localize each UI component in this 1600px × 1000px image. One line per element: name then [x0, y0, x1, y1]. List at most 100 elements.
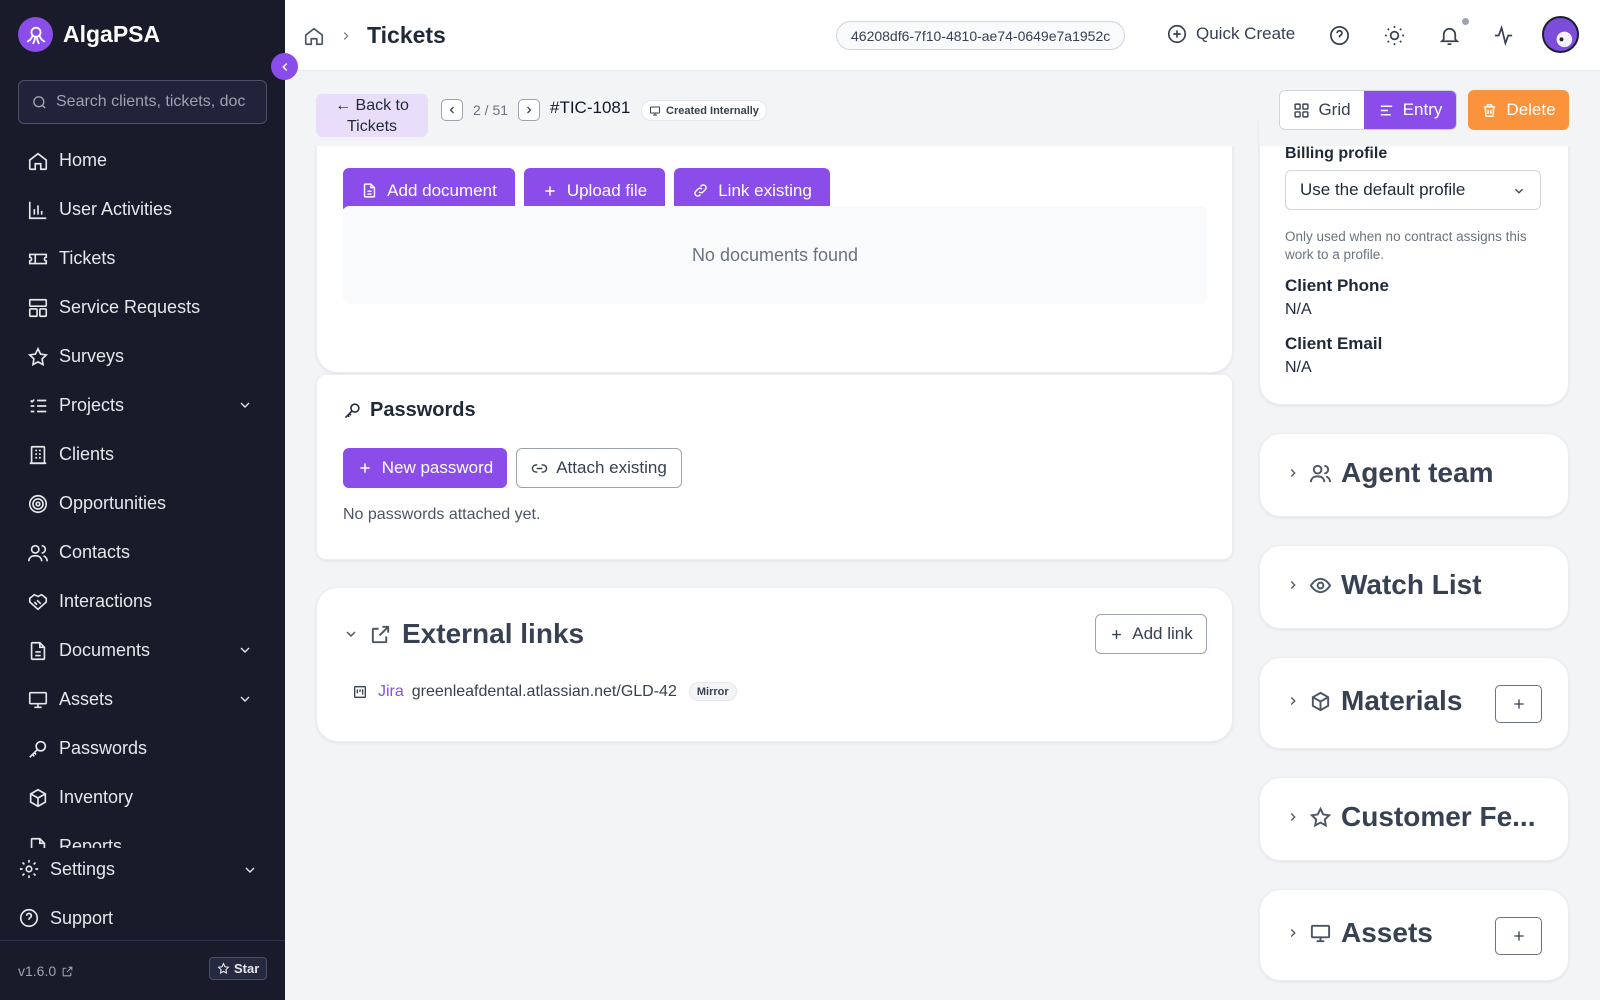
search-input[interactable]	[56, 93, 256, 111]
chevron-down-icon	[240, 402, 250, 408]
created-badge-label: Created Internally	[666, 104, 759, 117]
sidebar-item-label: Opportunities	[59, 493, 167, 513]
github-star-button[interactable]: Star	[209, 957, 268, 980]
sidebar-item-label: Passwords	[59, 738, 148, 758]
version-text: v1.6.0	[18, 963, 57, 979]
delete-ticket-button[interactable]: Delete	[1468, 90, 1569, 130]
billing-profile-select[interactable]: Use the default profile	[1285, 170, 1541, 210]
billing-profile-value: Use the default profile	[1300, 180, 1466, 199]
user-avatar-icon	[1544, 18, 1577, 51]
next-ticket-button[interactable]	[518, 99, 541, 121]
add-asset-button[interactable]	[1495, 917, 1542, 955]
link-source[interactable]: Jira	[378, 683, 404, 701]
activity-icon[interactable]	[1492, 24, 1515, 47]
sidebar-item-label: Service Requests	[59, 297, 201, 317]
agent-team-title: Agent team	[1341, 457, 1494, 488]
help-icon[interactable]	[1328, 24, 1351, 47]
mirror-badge: Mirror	[688, 682, 737, 701]
sidebar-item-tickets[interactable]: Tickets	[0, 234, 285, 283]
star-icon	[27, 346, 49, 366]
monitor-icon	[28, 691, 48, 708]
global-search[interactable]	[18, 80, 267, 124]
sidebar-item-reports[interactable]: Reports	[0, 822, 285, 848]
grid-view-button[interactable]: Grid	[1280, 91, 1364, 129]
sidebar-item-projects[interactable]: Projects	[0, 381, 285, 430]
customer-feedback-card[interactable]: Customer Fe...	[1259, 777, 1569, 861]
bell-icon[interactable]	[1438, 24, 1461, 47]
add-material-button[interactable]	[1495, 685, 1542, 723]
sidebar-item-service-requests[interactable]: Service Requests	[0, 283, 285, 332]
version-link[interactable]: v1.6.0	[18, 963, 74, 979]
no-documents-message: No documents found	[343, 206, 1207, 304]
quick-create-button[interactable]: Quick Create	[1166, 23, 1295, 45]
chevron-down-icon	[346, 631, 356, 638]
sidebar-item-contacts[interactable]: Contacts	[0, 528, 285, 577]
target-icon	[28, 494, 48, 513]
add-document-label: Add document	[387, 180, 497, 200]
client-email-value: N/A	[1285, 359, 1312, 376]
collapse-sidebar-button[interactable]	[271, 53, 298, 80]
sidebar-item-interactions[interactable]: Interactions	[0, 577, 285, 626]
attach-existing-password-button[interactable]: Attach existing	[516, 448, 682, 488]
document-icon	[30, 641, 46, 660]
previous-ticket-button[interactable]	[441, 99, 463, 121]
sidebar-item-passwords[interactable]: Passwords	[0, 724, 285, 773]
view-toggle: Grid Entry	[1279, 90, 1457, 130]
assets-title: Assets	[1341, 917, 1433, 948]
external-links-header[interactable]: External links	[343, 618, 584, 650]
add-link-button[interactable]: Add link	[1095, 614, 1207, 654]
sidebar-item-label: Reports	[59, 836, 123, 848]
sidebar-item-user-activities[interactable]: User Activities	[0, 185, 285, 234]
app-logo[interactable]: AlgaPSA	[18, 17, 160, 52]
sidebar-item-documents[interactable]: Documents	[0, 626, 285, 675]
chevron-right-icon	[1290, 929, 1296, 937]
list-icon	[30, 398, 47, 412]
sun-icon[interactable]	[1383, 24, 1406, 47]
grid-icon	[1294, 102, 1310, 118]
quick-create-label: Quick Create	[1196, 24, 1296, 43]
tenant-id-badge[interactable]: 46208df6-7f10-4810-ae74-0649e7a1952c	[836, 21, 1126, 50]
new-password-button[interactable]: New password	[343, 448, 507, 488]
entry-view-button[interactable]: Entry	[1364, 91, 1456, 129]
avatar[interactable]	[1542, 16, 1579, 53]
agent-team-card[interactable]: Agent team	[1259, 433, 1569, 517]
sidebar-item-support[interactable]: Support	[18, 907, 268, 929]
star-icon	[217, 962, 230, 975]
app-name: AlgaPSA	[63, 21, 161, 47]
home-icon[interactable]	[303, 25, 325, 47]
sidebar-item-surveys[interactable]: Surveys	[0, 332, 285, 381]
sidebar-item-assets[interactable]: Assets	[0, 675, 285, 724]
star-icon	[1309, 806, 1332, 827]
sidebar-item-opportunities[interactable]: Opportunities	[0, 479, 285, 528]
chevron-down-icon	[240, 696, 250, 702]
details-content: Billing profile Use the default profile …	[1259, 120, 1569, 405]
monitor-icon	[1310, 924, 1331, 942]
watch-list-card[interactable]: Watch List	[1259, 545, 1569, 629]
sidebar-item-label: Home	[59, 150, 108, 170]
sidebar-nav: Home User Activities Tickets Service Req…	[0, 136, 285, 848]
plus-icon	[1112, 629, 1122, 639]
home-icon	[28, 152, 48, 170]
sidebar-item-home[interactable]: Home	[0, 136, 285, 185]
add-link-label: Add link	[1132, 624, 1193, 643]
sidebar-item-settings[interactable]: Settings	[18, 858, 268, 880]
key-icon	[344, 403, 360, 419]
link-icon	[694, 184, 707, 197]
sidebar-item-clients[interactable]: Clients	[0, 430, 285, 479]
sidebar-item-inventory[interactable]: Inventory	[0, 773, 285, 822]
plus-icon	[545, 185, 555, 196]
link-url[interactable]: greenleafdental.atlassian.net/GLD-42	[412, 683, 677, 701]
passwords-title: Passwords	[343, 399, 476, 422]
handshake-icon	[28, 593, 48, 610]
customer-feedback-title: Customer Fe...	[1341, 801, 1536, 832]
monitor-icon	[650, 106, 660, 115]
back-to-tickets-button[interactable]: ← Back to Tickets	[316, 94, 428, 137]
watch-list-header: Watch List	[1286, 569, 1482, 601]
new-password-label: New password	[381, 458, 494, 477]
box-icon	[1311, 691, 1330, 711]
passwords-title-text: Passwords	[370, 399, 476, 421]
assets-card[interactable]: Assets	[1259, 889, 1569, 981]
assets-header: Assets	[1286, 917, 1433, 949]
materials-card[interactable]: Materials	[1259, 657, 1569, 749]
users-icon	[1309, 464, 1332, 482]
